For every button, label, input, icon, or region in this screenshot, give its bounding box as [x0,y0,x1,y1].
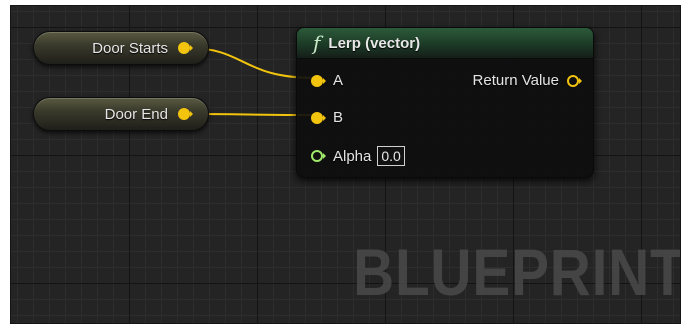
function-icon: f [313,31,321,55]
output-label-return-value: Return Value [472,72,559,89]
blueprint-graph-canvas[interactable]: Door Starts Door End f Lerp (vector) A B… [10,5,681,324]
variable-node-door-end[interactable]: Door End [33,97,209,131]
function-node-title: Lerp (vector) [328,34,421,52]
input-row-a: A [311,72,343,89]
input-label-alpha: Alpha [333,147,372,165]
variable-label-door-starts: Door Starts [92,39,168,57]
input-row-b: B [311,109,343,126]
function-node-header[interactable]: f Lerp (vector) [297,28,593,59]
lerp-vector-function-node[interactable]: f Lerp (vector) A B Alpha 0.0 Return Val… [296,27,594,178]
vector-output-pin-icon[interactable] [567,74,582,88]
variable-label-door-end: Door End [104,105,168,123]
vector-input-pin-icon[interactable] [311,74,326,88]
vector-input-pin-icon[interactable] [311,111,326,125]
input-label-b: B [333,109,344,126]
float-input-pin-icon[interactable] [311,149,326,163]
blueprint-watermark: BLUEPRINT [353,235,681,309]
output-row-return-value: Return Value [472,72,582,89]
vector-output-pin-icon[interactable] [178,107,193,121]
input-label-a: A [333,72,344,89]
variable-node-door-starts[interactable]: Door Starts [33,31,209,65]
input-row-alpha: Alpha 0.0 [311,146,405,166]
alpha-value-field[interactable]: 0.0 [377,146,405,166]
vector-output-pin-icon[interactable] [178,41,193,55]
